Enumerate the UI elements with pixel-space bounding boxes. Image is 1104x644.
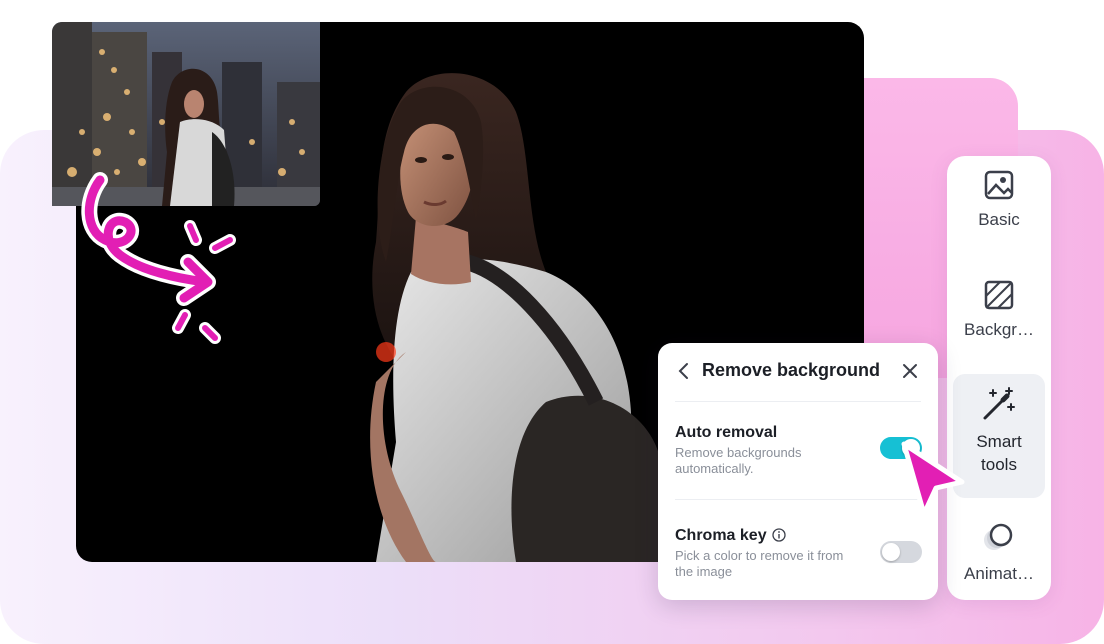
auto-removal-description: Remove backgrounds automatically. (675, 445, 802, 476)
tool-basic-label: Basic (978, 210, 1020, 229)
image-icon (984, 170, 1014, 200)
animation-circles-icon (984, 523, 1013, 550)
tool-animation-label: Animat… (964, 564, 1034, 583)
panel-header: Remove background (658, 343, 938, 401)
tool-animation[interactable]: Animat… (953, 520, 1045, 596)
info-icon[interactable] (772, 528, 786, 542)
tool-basic[interactable]: Basic (953, 170, 1045, 246)
divider (675, 499, 921, 500)
toggle-knob (882, 543, 900, 561)
tools-sidebar: Basic Backgr… Smart tools Animat… (947, 156, 1051, 600)
chroma-key-description: Pick a color to remove it from the image (675, 548, 844, 579)
doodle-arrow-icon (81, 172, 236, 344)
magic-wand-icon (983, 387, 1015, 420)
auto-removal-title: Auto removal (675, 424, 778, 441)
chroma-key-title: Chroma key (675, 527, 767, 544)
panel-title: Remove background (702, 360, 881, 380)
chevron-left-icon[interactable] (676, 361, 692, 381)
tool-background-label: Backgr… (964, 320, 1034, 339)
divider (675, 401, 921, 402)
cursor-pointer-icon (901, 441, 965, 517)
tool-background[interactable]: Backgr… (953, 280, 1045, 356)
tool-smart-tools-label: Smart tools (976, 432, 1022, 474)
close-icon[interactable] (901, 362, 919, 380)
background-hatch-icon (984, 280, 1014, 310)
chroma-key-toggle[interactable] (880, 541, 922, 563)
